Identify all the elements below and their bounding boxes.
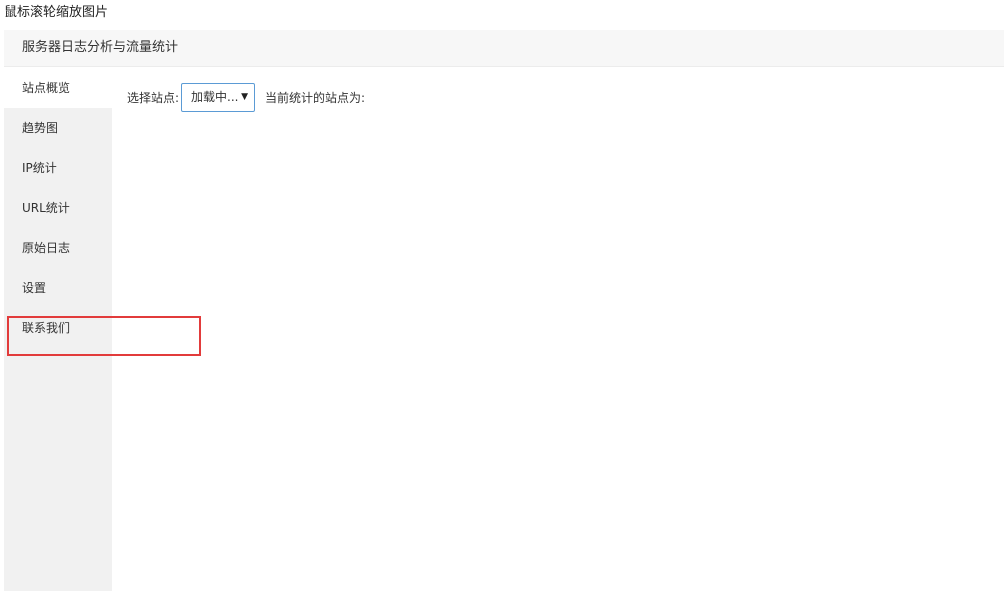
sidebar-item-ip-stats[interactable]: IP统计	[4, 148, 112, 188]
sidebar-item-trend-chart[interactable]: 趋势图	[4, 108, 112, 148]
select-site-label: 选择站点:	[127, 91, 180, 105]
sidebar-item-raw-logs[interactable]: 原始日志	[4, 228, 112, 268]
site-select-value: 加载中...	[191, 90, 239, 104]
sidebar-item-site-overview[interactable]: 站点概览	[4, 68, 112, 108]
app-header: 服务器日志分析与流量统计	[4, 30, 1004, 67]
sidebar-item-contact-us[interactable]: 联系我们	[4, 308, 112, 348]
sidebar-item-settings[interactable]: 设置	[4, 268, 112, 308]
chevron-down-icon: ▼	[241, 92, 248, 102]
sidebar-item-url-stats[interactable]: URL统计	[4, 188, 112, 228]
sidebar: 站点概览 趋势图 IP统计 URL统计 原始日志 设置 联系我们	[4, 68, 112, 591]
current-site-label: 当前统计的站点为:	[265, 91, 366, 105]
image-caption: 鼠标滚轮缩放图片	[4, 5, 109, 20]
site-select[interactable]: 加载中... ▼	[181, 83, 255, 112]
page-title: 服务器日志分析与流量统计	[22, 40, 179, 55]
